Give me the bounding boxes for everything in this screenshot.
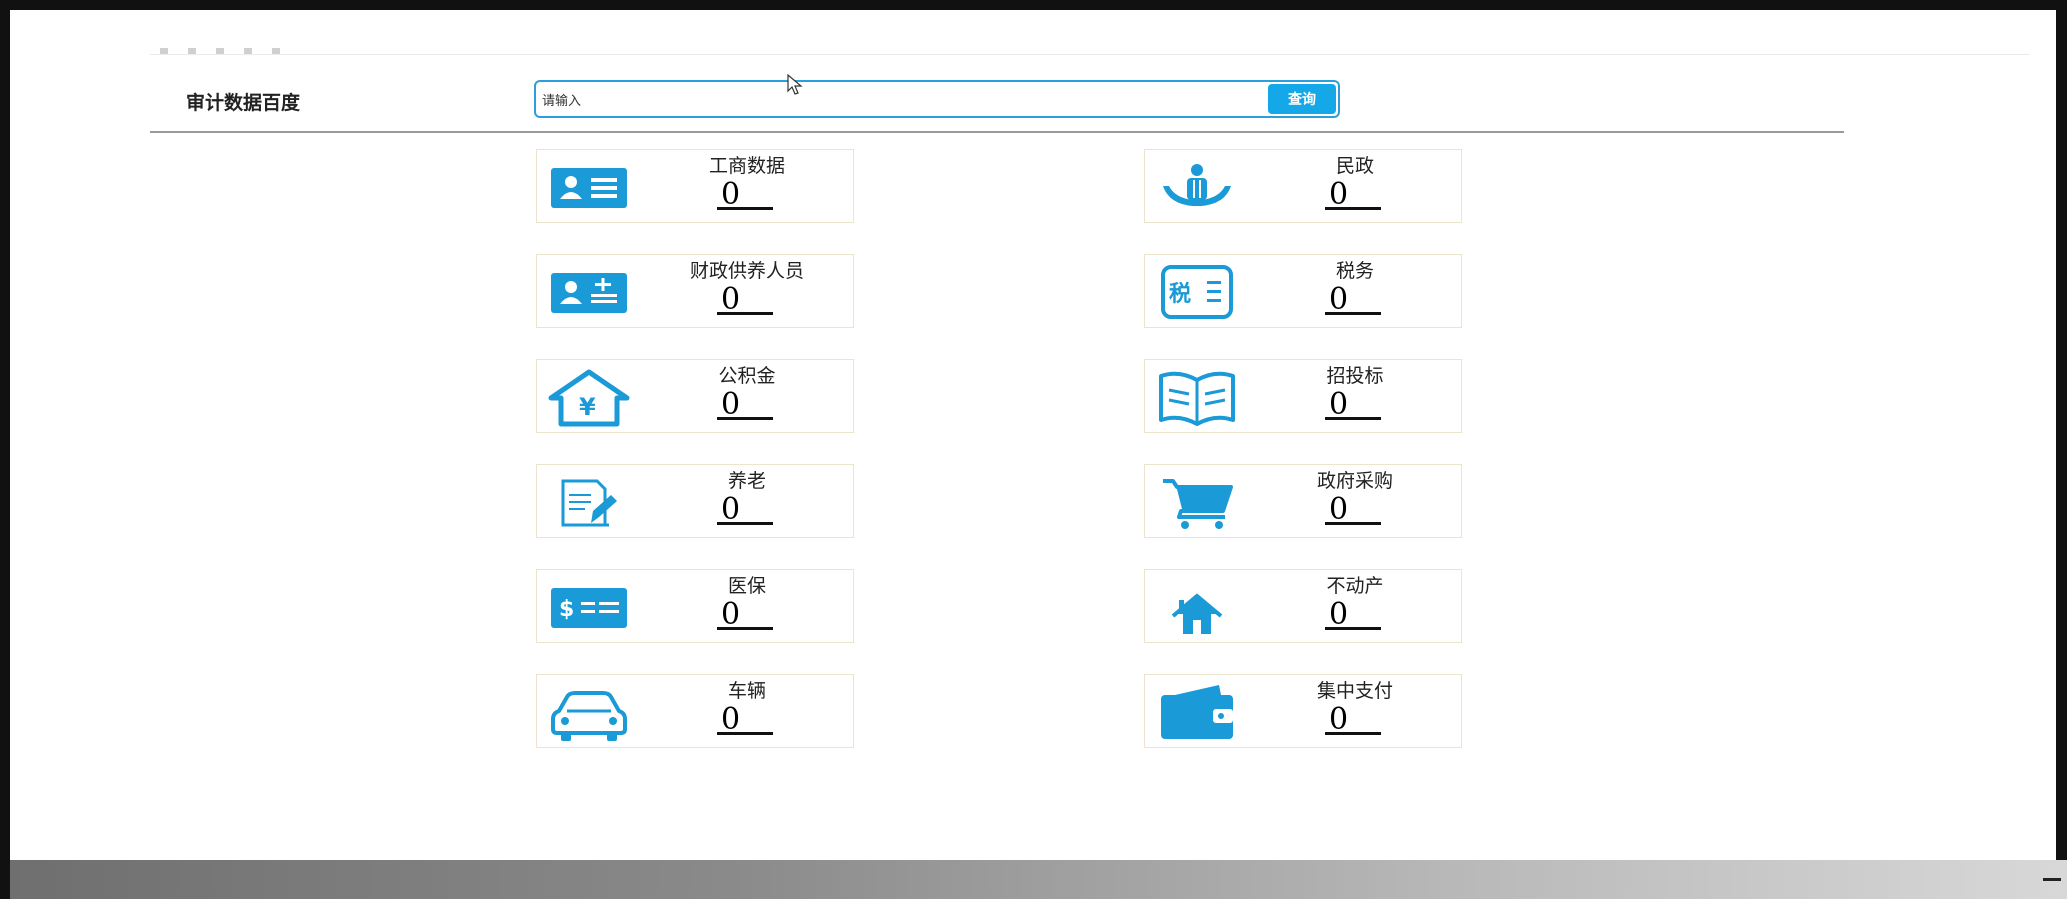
search-button[interactable]: 查询 <box>1268 84 1336 114</box>
search-input[interactable] <box>540 86 1264 114</box>
house-yen-icon: ¥ <box>547 366 631 428</box>
card-gov-procurement[interactable]: 政府采购 0 <box>1144 464 1462 538</box>
card-taxation[interactable]: 税 税务 0 <box>1144 254 1462 328</box>
header-divider <box>150 131 1844 133</box>
card-medical-insurance[interactable]: $ 医保 0 <box>536 569 854 643</box>
card-count[interactable]: 0 <box>1325 285 1381 315</box>
svg-text:¥: ¥ <box>579 393 596 421</box>
card-label: 车辆 <box>727 680 766 702</box>
card-count[interactable]: 0 <box>1325 705 1381 735</box>
card-bidding[interactable]: 招投标 0 <box>1144 359 1462 433</box>
card-count[interactable]: 0 <box>1325 180 1381 210</box>
svg-text:税: 税 <box>1169 281 1191 307</box>
document-edit-icon <box>547 471 631 533</box>
card-label: 集中支付 <box>1316 680 1393 702</box>
bottom-bar <box>10 860 2067 899</box>
card-count[interactable]: 0 <box>717 705 773 735</box>
card-label: 政府采购 <box>1316 470 1393 492</box>
card-count[interactable]: 0 <box>1325 390 1381 420</box>
card-pension[interactable]: 养老 0 <box>536 464 854 538</box>
hands-people-icon <box>1155 156 1239 218</box>
id-card-icon <box>547 156 631 218</box>
card-count[interactable]: 0 <box>717 390 773 420</box>
car-icon <box>547 681 631 743</box>
card-label: 不动产 <box>1326 575 1384 597</box>
card-count[interactable]: 0 <box>717 285 773 315</box>
tax-icon: 税 <box>1155 261 1239 323</box>
card-label: 税务 <box>1335 260 1374 282</box>
card-business[interactable]: 工商数据 0 <box>536 149 854 223</box>
user-card-plus-icon <box>547 261 631 323</box>
card-label: 医保 <box>727 575 766 597</box>
wallet-icon <box>1155 681 1239 743</box>
shopping-cart-icon <box>1155 471 1239 533</box>
card-label: 工商数据 <box>708 155 785 177</box>
card-label: 养老 <box>727 470 766 492</box>
card-count[interactable]: 0 <box>717 600 773 630</box>
card-label: 招投标 <box>1326 365 1384 387</box>
minimize-icon[interactable] <box>2043 878 2061 881</box>
dollar-card-icon: $ <box>547 576 631 638</box>
card-central-payment[interactable]: 集中支付 0 <box>1144 674 1462 748</box>
card-fiscal-staff[interactable]: 财政供养人员 0 <box>536 254 854 328</box>
card-count[interactable]: 0 <box>717 180 773 210</box>
card-count[interactable]: 0 <box>1325 600 1381 630</box>
card-count[interactable]: 0 <box>717 495 773 525</box>
top-divider <box>150 54 2030 55</box>
card-housing-fund[interactable]: ¥ 公积金 0 <box>536 359 854 433</box>
card-label: 民政 <box>1335 155 1374 177</box>
card-vehicles[interactable]: 车辆 0 <box>536 674 854 748</box>
card-real-estate[interactable]: 不动产 0 <box>1144 569 1462 643</box>
card-label: 公积金 <box>718 365 776 387</box>
svg-text:$: $ <box>559 597 574 622</box>
card-label: 财政供养人员 <box>689 260 804 282</box>
card-civil-affairs[interactable]: 民政 0 <box>1144 149 1462 223</box>
app-window: 审计数据百度 查询 工商数据 0 民政 0 <box>10 10 2056 862</box>
home-icon <box>1155 576 1239 638</box>
page-title: 审计数据百度 <box>186 92 301 114</box>
card-count[interactable]: 0 <box>1325 495 1381 525</box>
open-book-icon <box>1155 366 1239 428</box>
search-box: 查询 <box>534 80 1340 118</box>
mouse-cursor-icon <box>787 74 803 95</box>
